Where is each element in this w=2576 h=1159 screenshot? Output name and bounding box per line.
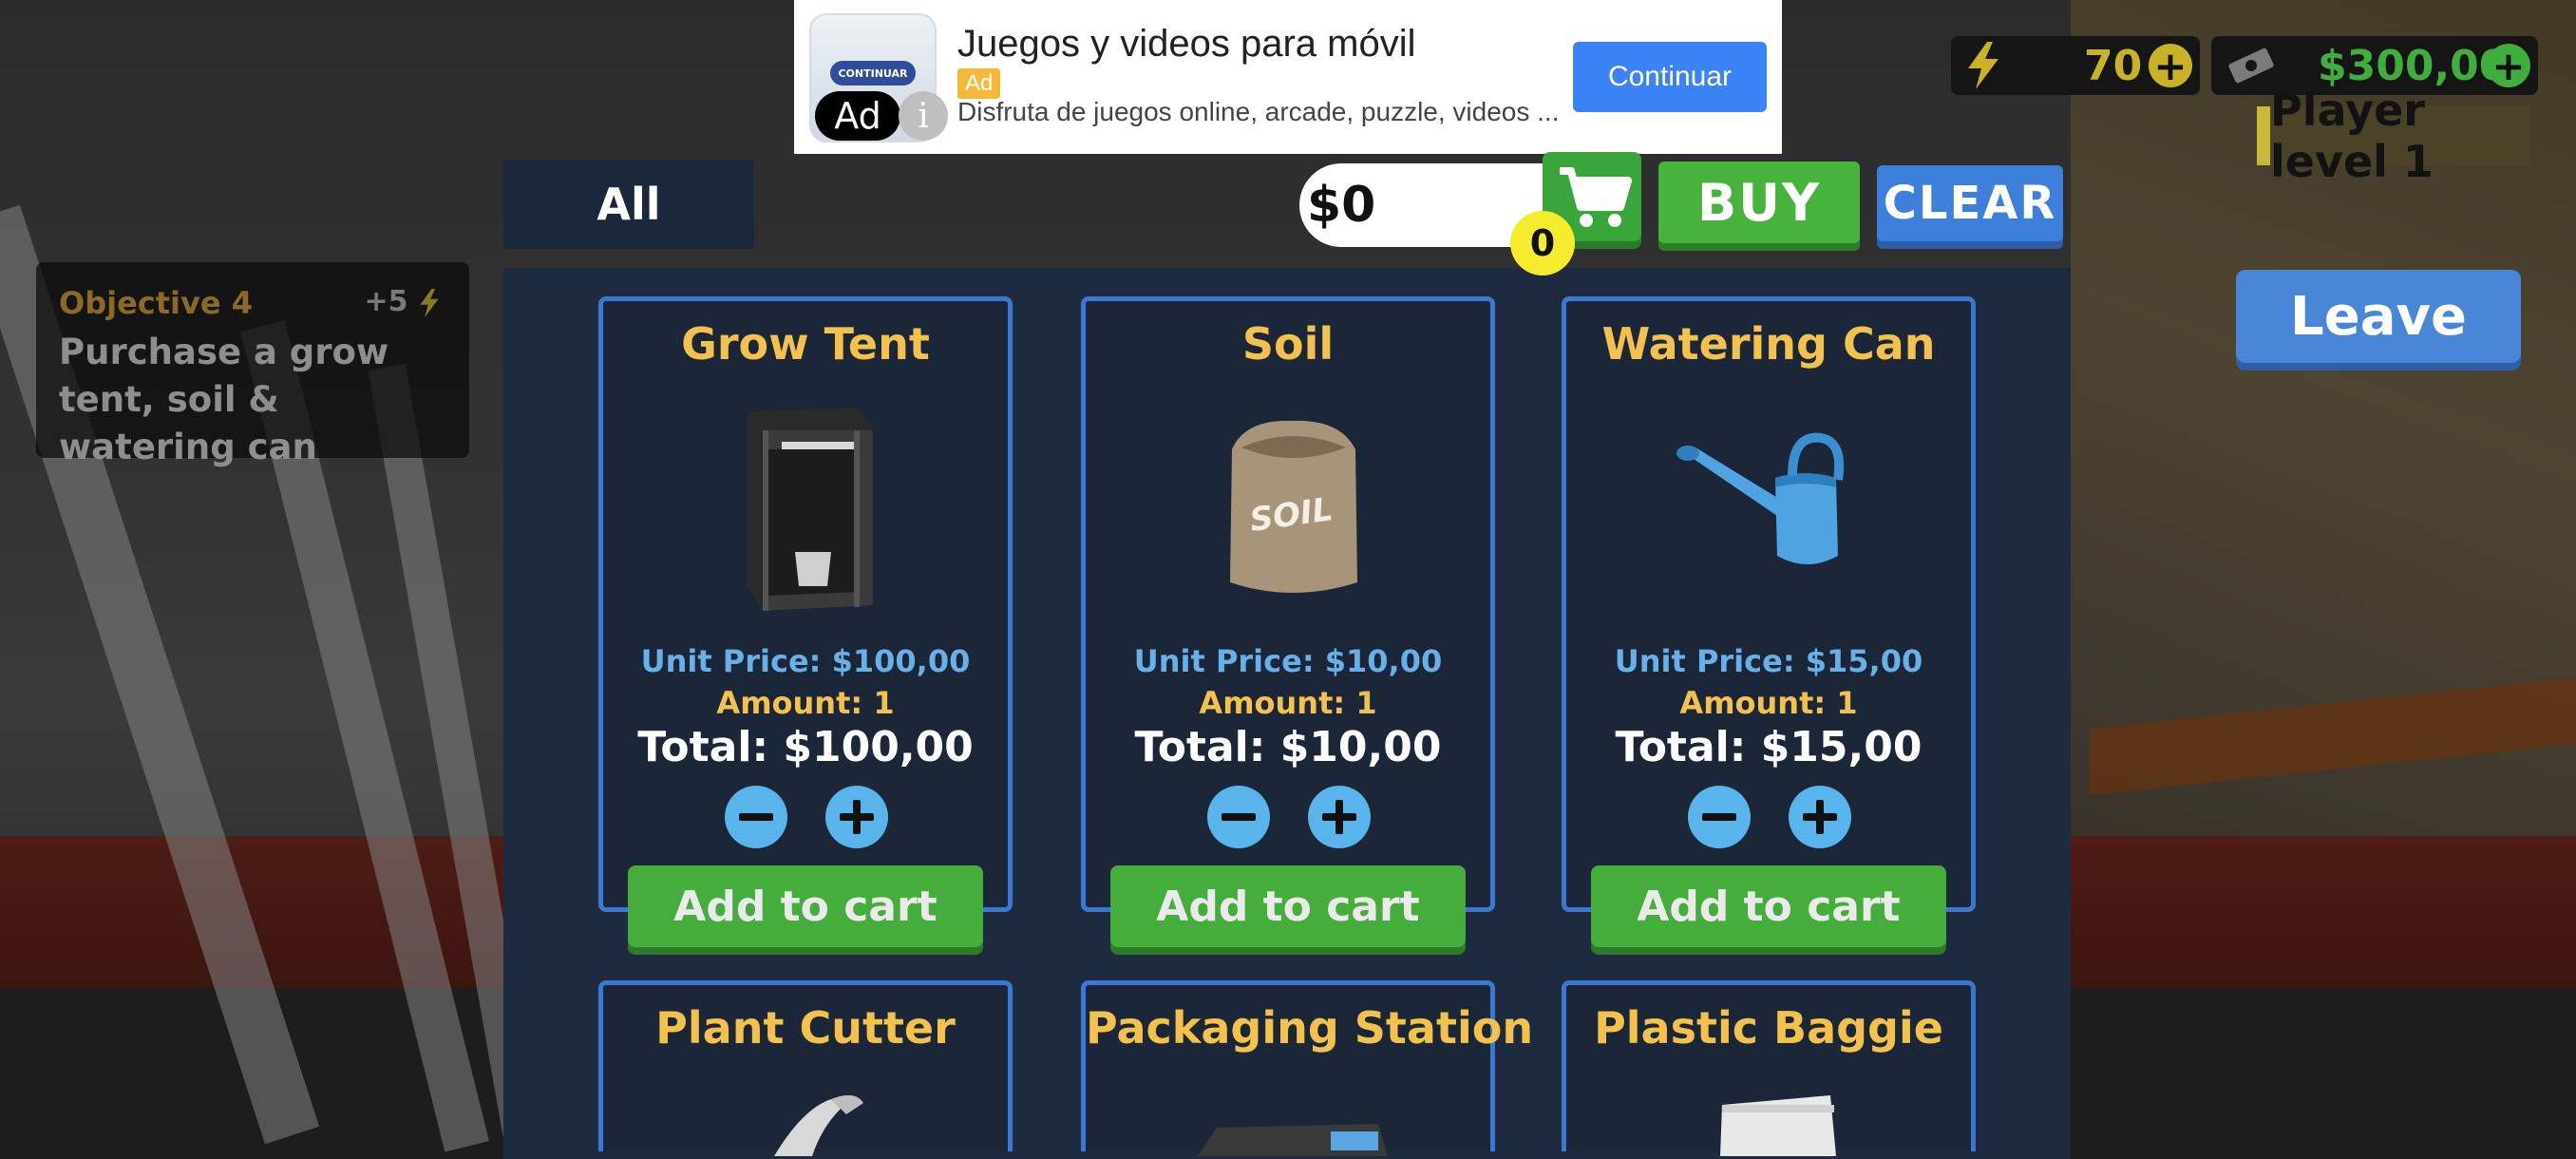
add-to-cart-button[interactable]: Add to cart — [1110, 865, 1466, 947]
clear-button[interactable]: CLEAR — [1877, 165, 2063, 241]
shop-item-card: Watering Can Unit Price: $15,00 Amount: … — [1562, 296, 1976, 947]
item-unit-price: Unit Price: $10,00 — [1133, 643, 1443, 679]
leave-button[interactable]: Leave — [2236, 270, 2521, 363]
soil-bag-image: SOIL — [1230, 420, 1357, 593]
add-to-cart-button[interactable]: Add to cart — [1591, 865, 1946, 947]
lightning-icon — [420, 288, 439, 317]
plastic-baggie-image — [1720, 1095, 1836, 1156]
decrease-amount-button[interactable] — [1207, 786, 1270, 848]
ad-description: Disfruta de juegos online, arcade, puzzl… — [957, 97, 1560, 126]
ad-title: Juegos y videos para móvil — [957, 23, 1416, 65]
shop-item-card: Plant Cutter — [598, 980, 1013, 1156]
item-amount: Amount: 1 — [716, 685, 895, 721]
cash-icon — [2228, 48, 2274, 84]
ad-info-icon[interactable]: i — [899, 91, 948, 141]
item-total: Total: $100,00 — [637, 723, 974, 771]
item-name: Plastic Baggie — [1594, 1002, 1943, 1054]
item-amount: Amount: 1 — [1199, 685, 1377, 721]
ad-thumbnail-pill: CONTINUAR — [830, 61, 916, 86]
ad-tag: Ad — [957, 68, 1001, 99]
increase-amount-button[interactable] — [1308, 786, 1371, 848]
watering-can-image — [1676, 432, 1845, 564]
decrease-amount-button[interactable] — [725, 786, 787, 848]
increase-amount-button[interactable] — [1789, 786, 1851, 848]
increase-amount-button[interactable] — [825, 786, 888, 848]
item-name: Soil — [1241, 318, 1335, 370]
item-amount: Amount: 1 — [1679, 685, 1858, 721]
add-money-button[interactable]: + — [2487, 43, 2530, 89]
ad-banner[interactable]: CONTINUAR Ad i Juegos y videos para móvi… — [794, 0, 1782, 154]
lightning-icon — [1968, 42, 1998, 89]
add-energy-button[interactable]: + — [2149, 43, 2192, 89]
decrease-amount-button[interactable] — [1688, 786, 1751, 848]
item-name: Packaging Station — [1086, 1002, 1534, 1054]
item-total: Total: $10,00 — [1134, 723, 1442, 771]
add-to-cart-button[interactable]: Add to cart — [628, 865, 983, 947]
energy-value: 70 — [2084, 41, 2143, 90]
objective-text: Purchase a grow tent, soil & watering ca… — [59, 332, 389, 467]
shop-item-card: Grow Tent Unit Price: $100,00 Amount: 1 … — [598, 296, 1013, 947]
shop-item-card: Packaging Station — [1081, 980, 1534, 1156]
packaging-station-image — [1198, 1124, 1388, 1156]
objective-heading: Objective 4 — [59, 285, 253, 321]
objective-reward: +5 — [365, 285, 441, 319]
item-total: Total: $15,00 — [1615, 723, 1923, 771]
item-name: Grow Tent — [681, 318, 930, 370]
objective-panel: Objective 4 +5 Purchase a grow tent, soi… — [36, 262, 469, 467]
player-level: Player level 1 — [2257, 85, 2530, 187]
item-name: Plant Cutter — [655, 1002, 956, 1054]
cart-count-badge: 0 — [1510, 211, 1575, 276]
item-unit-price: Unit Price: $100,00 — [640, 643, 971, 679]
ad-continue-button[interactable]: Continuar — [1573, 42, 1767, 112]
shop-item-card: Soil SOIL Unit Price: $10,00 Amount: 1 T… — [1081, 296, 1495, 947]
filter-tab-all[interactable]: All — [503, 160, 754, 249]
item-unit-price: Unit Price: $15,00 — [1614, 643, 1923, 679]
energy-display: 70 + — [1951, 36, 2200, 95]
ad-badge: Ad — [815, 91, 900, 141]
objective-reward-value: +5 — [364, 285, 408, 318]
item-name: Watering Can — [1601, 318, 1936, 370]
shop-item-card: Plastic Baggie — [1562, 980, 1976, 1156]
plant-cutter-image — [774, 1094, 863, 1156]
grow-tent-image — [748, 408, 873, 611]
buy-button[interactable]: BUY — [1658, 162, 1860, 243]
